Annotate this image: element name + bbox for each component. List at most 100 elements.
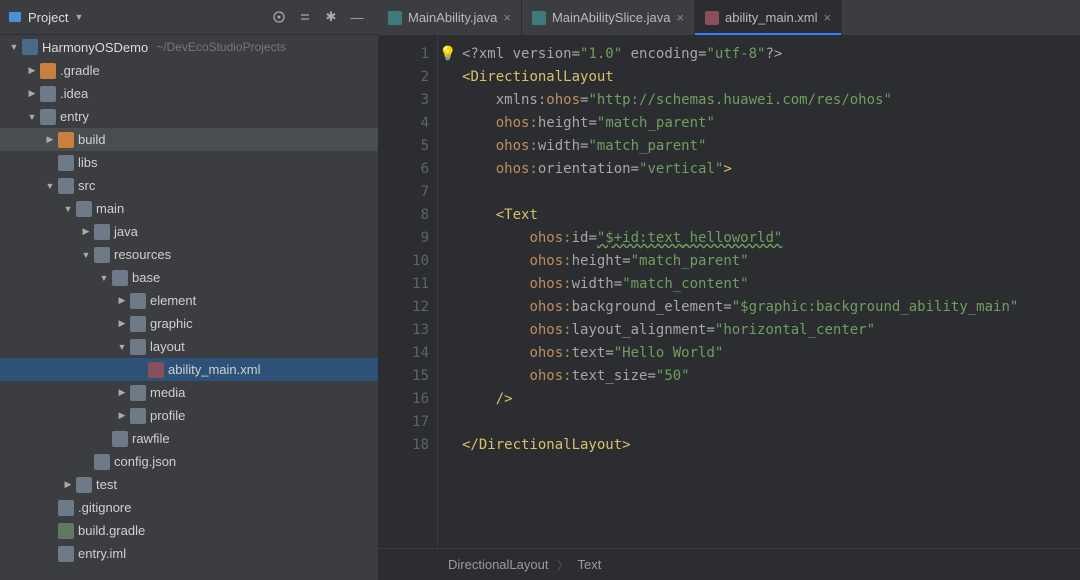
line-gutter: 123456789101112131415161718: [378, 35, 438, 548]
tree-row-src[interactable]: ▼src: [0, 174, 378, 197]
tree-row-base[interactable]: ▼ base: [0, 266, 378, 289]
tree-row-libs[interactable]: libs: [0, 151, 378, 174]
hint-column: 💡: [438, 35, 458, 548]
file-tree: ▶.gradle▶.idea▼entry▶buildlibs▼src▼main▶…: [0, 59, 378, 565]
file-icon: [148, 362, 164, 378]
tree-row-resources[interactable]: ▼ resources: [0, 243, 378, 266]
file-icon: [76, 477, 92, 493]
file-label: main: [96, 201, 124, 216]
project-view-selector[interactable]: Project ▼: [8, 10, 83, 25]
file-icon: [58, 155, 74, 171]
java-file-icon: [532, 11, 546, 25]
project-root-row[interactable]: ▼ HarmonyOSDemo ~/DevEcoStudioProjects: [0, 35, 378, 59]
editor-pane: MainAbility.java×MainAbilitySlice.java×a…: [378, 0, 1080, 580]
close-icon[interactable]: ×: [824, 10, 832, 25]
tree-row-element[interactable]: ▶ element: [0, 289, 378, 312]
code-content[interactable]: <?xml version="1.0" encoding="utf-8"?><D…: [458, 35, 1080, 548]
file-label: config.json: [114, 454, 176, 469]
tree-row-layout[interactable]: ▼layout: [0, 335, 378, 358]
file-label: entry: [60, 109, 89, 124]
file-icon: [130, 316, 146, 332]
module-icon: [22, 39, 38, 55]
tab-ability_main-xml[interactable]: ability_main.xml×: [695, 0, 842, 35]
expand-arrow[interactable]: ▼: [62, 204, 74, 214]
expand-arrow[interactable]: ▶: [26, 88, 38, 99]
file-icon: [58, 523, 74, 539]
code-area[interactable]: 123456789101112131415161718 💡 <?xml vers…: [378, 35, 1080, 548]
tree-row--idea[interactable]: ▶ .idea: [0, 82, 378, 105]
file-label: element: [150, 293, 196, 308]
file-icon: [94, 247, 110, 263]
breadcrumb-item[interactable]: Text: [577, 557, 601, 572]
file-label: media: [150, 385, 185, 400]
tab-label: MainAbility.java: [408, 10, 497, 25]
file-icon: [112, 270, 128, 286]
expand-arrow[interactable]: ▶: [26, 65, 38, 76]
sidebar-header: Project ▼ ✱ —: [0, 0, 378, 35]
tree-row-config-json[interactable]: config.json: [0, 450, 378, 473]
expand-arrow[interactable]: ▶: [62, 479, 74, 490]
locate-icon[interactable]: [270, 8, 288, 26]
expand-arrow[interactable]: ▼: [44, 181, 56, 191]
tab-MainAbility-java[interactable]: MainAbility.java ×: [378, 0, 522, 35]
expand-arrow[interactable]: ▶: [80, 226, 92, 237]
intention-bulb-icon[interactable]: 💡: [439, 46, 456, 62]
expand-arrow[interactable]: ▼: [26, 112, 38, 122]
file-label: .gitignore: [78, 500, 131, 515]
close-icon[interactable]: ×: [676, 10, 684, 25]
breadcrumb-sep: 〉: [556, 555, 569, 574]
tab-MainAbilitySlice-java[interactable]: MainAbilitySlice.java×: [522, 0, 695, 35]
expand-arrow[interactable]: ▶: [116, 410, 128, 421]
tree-row-main[interactable]: ▼ main: [0, 197, 378, 220]
expand-arrow[interactable]: ▼: [116, 342, 128, 352]
expand-arrow[interactable]: ▶: [116, 387, 128, 398]
tree-row-build[interactable]: ▶ build: [0, 128, 378, 151]
file-icon: [94, 454, 110, 470]
file-label: .gradle: [60, 63, 100, 78]
tree-row-build-gradle[interactable]: build.gradle: [0, 519, 378, 542]
project-sidebar: Project ▼ ✱ — ▼ HarmonyOSDemo ~/DevEcoSt…: [0, 0, 378, 580]
tree-row-java[interactable]: ▶ java: [0, 220, 378, 243]
file-icon: [94, 224, 110, 240]
file-icon: [130, 408, 146, 424]
tree-row-entry[interactable]: ▼ entry: [0, 105, 378, 128]
tree-row-ability_main-xml[interactable]: ability_main.xml: [0, 358, 378, 381]
file-label: entry.iml: [78, 546, 126, 561]
file-label: base: [132, 270, 160, 285]
project-name: HarmonyOSDemo: [42, 40, 148, 55]
expand-arrow[interactable]: ▼: [98, 273, 110, 283]
file-icon: [76, 201, 92, 217]
breadcrumb[interactable]: DirectionalLayout 〉 Text: [378, 548, 1080, 580]
tree-row--gradle[interactable]: ▶ .gradle: [0, 59, 378, 82]
tree-row-rawfile[interactable]: rawfile: [0, 427, 378, 450]
file-label: .idea: [60, 86, 88, 101]
file-label: java: [114, 224, 138, 239]
close-icon[interactable]: ×: [503, 10, 511, 25]
file-label: build: [78, 132, 105, 147]
tree-row-graphic[interactable]: ▶graphic: [0, 312, 378, 335]
expand-arrow[interactable]: ▶: [116, 295, 128, 306]
file-icon: [58, 546, 74, 562]
expand-arrow[interactable]: ▼: [80, 250, 92, 260]
tree-row-test[interactable]: ▶test: [0, 473, 378, 496]
file-icon: [130, 293, 146, 309]
tree-row-entry-iml[interactable]: entry.iml: [0, 542, 378, 565]
java-file-icon: [388, 11, 402, 25]
file-icon: [112, 431, 128, 447]
file-label: resources: [114, 247, 171, 262]
tree-row--gitignore[interactable]: .gitignore: [0, 496, 378, 519]
settings-icon[interactable]: ✱: [322, 8, 340, 26]
hide-icon[interactable]: —: [348, 8, 366, 26]
file-icon: [40, 109, 56, 125]
file-label: ability_main.xml: [168, 362, 260, 377]
project-path: ~/DevEcoStudioProjects: [156, 40, 286, 54]
tree-row-media[interactable]: ▶ media: [0, 381, 378, 404]
file-icon: [130, 339, 146, 355]
file-label: build.gradle: [78, 523, 145, 538]
breadcrumb-item[interactable]: DirectionalLayout: [448, 557, 548, 572]
expand-arrow[interactable]: ▶: [44, 134, 56, 145]
collapse-icon[interactable]: [296, 8, 314, 26]
tree-row-profile[interactable]: ▶profile: [0, 404, 378, 427]
file-label: rawfile: [132, 431, 170, 446]
expand-arrow[interactable]: ▶: [116, 318, 128, 329]
